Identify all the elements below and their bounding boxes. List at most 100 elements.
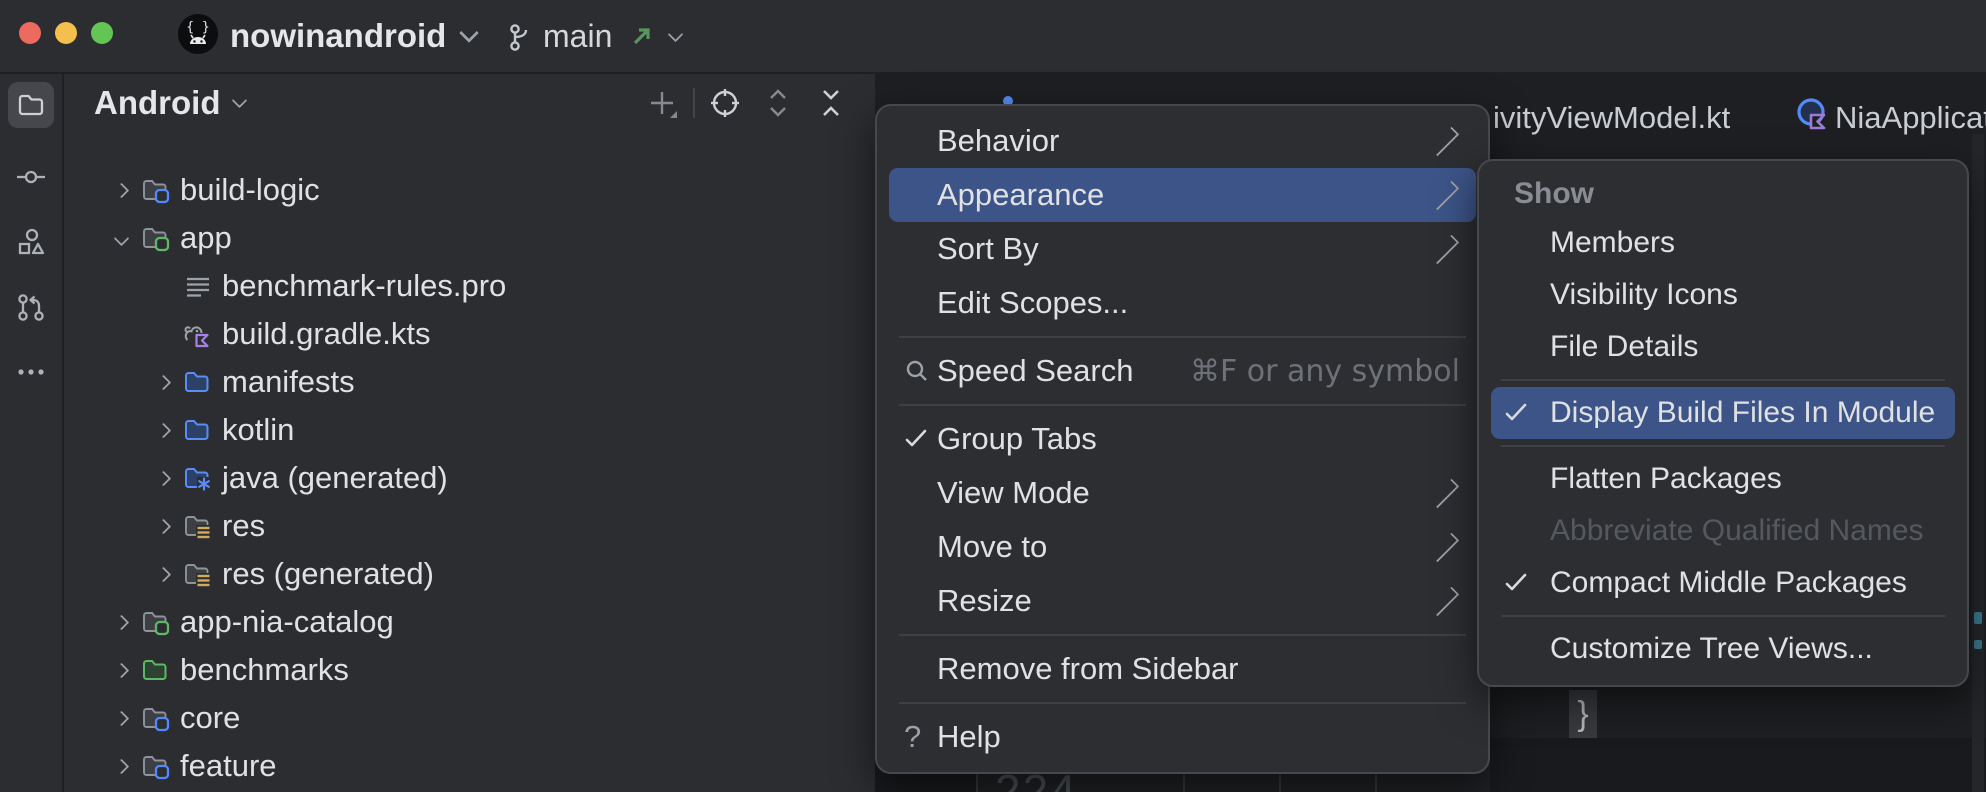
submenu-item-label: Display Build Files In Module (1550, 396, 1935, 430)
locate-opened-file-button[interactable] (708, 86, 742, 120)
structure-tool-button[interactable] (8, 219, 54, 265)
minimize-window-button[interactable] (55, 22, 77, 44)
tree-row-build-gradle[interactable]: build.gradle.kts (64, 310, 875, 358)
submenu-item-file-details[interactable]: File Details (1491, 321, 1955, 373)
project-tree: build-logic app benchmark-rules.pro (64, 166, 875, 790)
text-file-icon (184, 272, 212, 300)
menu-item-label: Help (937, 719, 1001, 755)
module-folder-icon (142, 704, 170, 732)
tree-row-label: core (180, 700, 240, 736)
branch-selector[interactable]: main (543, 0, 681, 72)
chevron-right-icon (155, 374, 171, 390)
tool-window-stripe (0, 74, 64, 792)
tree-row-build-logic[interactable]: build-logic (64, 166, 875, 214)
submenu-item-label: Visibility Icons (1550, 278, 1738, 312)
tree-row-label: app (180, 220, 232, 256)
tree-row-benchmarks[interactable]: benchmarks (64, 646, 875, 694)
menu-item-edit-scopes[interactable]: Edit Scopes... (889, 276, 1476, 330)
tree-row-label: res (222, 508, 265, 544)
project-view-label: Android (94, 84, 220, 122)
submenu-item-visibility-icons[interactable]: Visibility Icons (1491, 269, 1955, 321)
checkmark-icon (904, 427, 928, 451)
close-window-button[interactable] (19, 22, 41, 44)
search-icon (904, 358, 930, 384)
code-brace-fragment: } (1569, 690, 1597, 738)
tree-row-java-generated[interactable]: java (generated) (64, 454, 875, 502)
menu-item-remove-from-sidebar[interactable]: Remove from Sidebar (889, 642, 1476, 696)
menu-item-label: View Mode (937, 475, 1090, 511)
tree-row-res[interactable]: res (64, 502, 875, 550)
menu-item-move-to[interactable]: Move to (889, 520, 1476, 574)
tree-row-label: build.gradle.kts (222, 316, 431, 352)
module-folder-icon (142, 608, 170, 636)
folder-icon (184, 416, 212, 444)
pull-requests-tool-button[interactable] (8, 284, 54, 330)
submenu-item-display-build-files[interactable]: Display Build Files In Module (1491, 387, 1955, 439)
menu-separator (899, 336, 1466, 338)
menu-item-speed-search[interactable]: Speed Search ⌘F or any symbol (889, 344, 1476, 398)
chevron-right-icon (113, 182, 129, 198)
menu-item-sort-by[interactable]: Sort By (889, 222, 1476, 276)
editor-tab-right-partial[interactable]: NiaApplicat (1835, 100, 1986, 136)
menu-item-label: Move to (937, 529, 1047, 565)
menu-separator (899, 404, 1466, 406)
expand-all-icon (763, 86, 793, 120)
submenu-arrow-icon (1430, 180, 1460, 210)
crosshair-icon (708, 86, 742, 120)
menu-item-label: Sort By (937, 231, 1039, 267)
project-selector[interactable]: nowinandroid (230, 0, 476, 72)
tree-row-app[interactable]: app (64, 214, 875, 262)
menu-separator (1501, 445, 1945, 447)
editor-tab-left-partial[interactable]: ivityViewModel.kt (1493, 100, 1730, 136)
tree-row-benchmark-rules[interactable]: benchmark-rules.pro (64, 262, 875, 310)
toolbar-separator (693, 88, 695, 118)
menu-item-help[interactable]: ? Help (889, 710, 1476, 764)
tree-row-manifests[interactable]: manifests (64, 358, 875, 406)
submenu-arrow-icon (1430, 126, 1460, 156)
menu-item-label: Speed Search (937, 353, 1133, 389)
menu-item-behavior[interactable]: Behavior (889, 114, 1476, 168)
maximize-window-button[interactable] (91, 22, 113, 44)
tree-row-label: build-logic (180, 172, 320, 208)
chevron-right-icon (113, 758, 129, 774)
menu-item-view-mode[interactable]: View Mode (889, 466, 1476, 520)
project-panel-header: Android (64, 74, 875, 132)
submenu-item-label: Compact Middle Packages (1550, 566, 1907, 600)
folder-icon (16, 90, 46, 120)
chevron-right-icon (113, 710, 129, 726)
tree-row-res-generated[interactable]: res (generated) (64, 550, 875, 598)
android-logo-icon: { } (178, 14, 218, 54)
submenu-item-customize-tree-views[interactable]: Customize Tree Views... (1491, 623, 1955, 675)
chevron-down-icon (232, 92, 248, 108)
folder-icon (142, 656, 170, 684)
chevron-right-icon (113, 662, 129, 678)
menu-item-group-tabs[interactable]: Group Tabs (889, 412, 1476, 466)
add-button[interactable] (645, 86, 679, 120)
plus-icon (646, 87, 678, 119)
project-view-selector[interactable]: Android (94, 74, 245, 132)
tree-row-feature[interactable]: feature (64, 742, 875, 790)
menu-separator (899, 702, 1466, 704)
tree-row-kotlin[interactable]: kotlin (64, 406, 875, 454)
menu-item-hint: ⌘F or any symbol (1190, 354, 1460, 389)
menu-item-resize[interactable]: Resize (889, 574, 1476, 628)
tool-window-options-menu: Behavior Appearance Sort By Edit Scopes.… (875, 104, 1490, 774)
svg-text:{ }: { } (186, 20, 209, 35)
menu-item-appearance[interactable]: Appearance (889, 168, 1476, 222)
expand-all-button[interactable] (761, 86, 795, 120)
tree-row-core[interactable]: core (64, 694, 875, 742)
more-dots-icon (15, 356, 47, 388)
submenu-item-label: Members (1550, 226, 1675, 260)
project-tool-button[interactable] (8, 82, 54, 128)
more-tool-windows-button[interactable] (8, 349, 54, 395)
commit-tool-button[interactable] (8, 154, 54, 200)
editor-scrollbar[interactable] (1972, 134, 1984, 792)
submenu-item-members[interactable]: Members (1491, 217, 1955, 269)
tree-row-label: res (generated) (222, 556, 434, 592)
tree-row-app-nia-catalog[interactable]: app-nia-catalog (64, 598, 875, 646)
resources-folder-icon (184, 512, 212, 540)
submenu-item-flatten-packages[interactable]: Flatten Packages (1491, 453, 1955, 505)
submenu-item-compact-middle-packages[interactable]: Compact Middle Packages (1491, 557, 1955, 609)
collapse-all-button[interactable] (814, 86, 848, 120)
checkmark-icon (1504, 571, 1528, 595)
